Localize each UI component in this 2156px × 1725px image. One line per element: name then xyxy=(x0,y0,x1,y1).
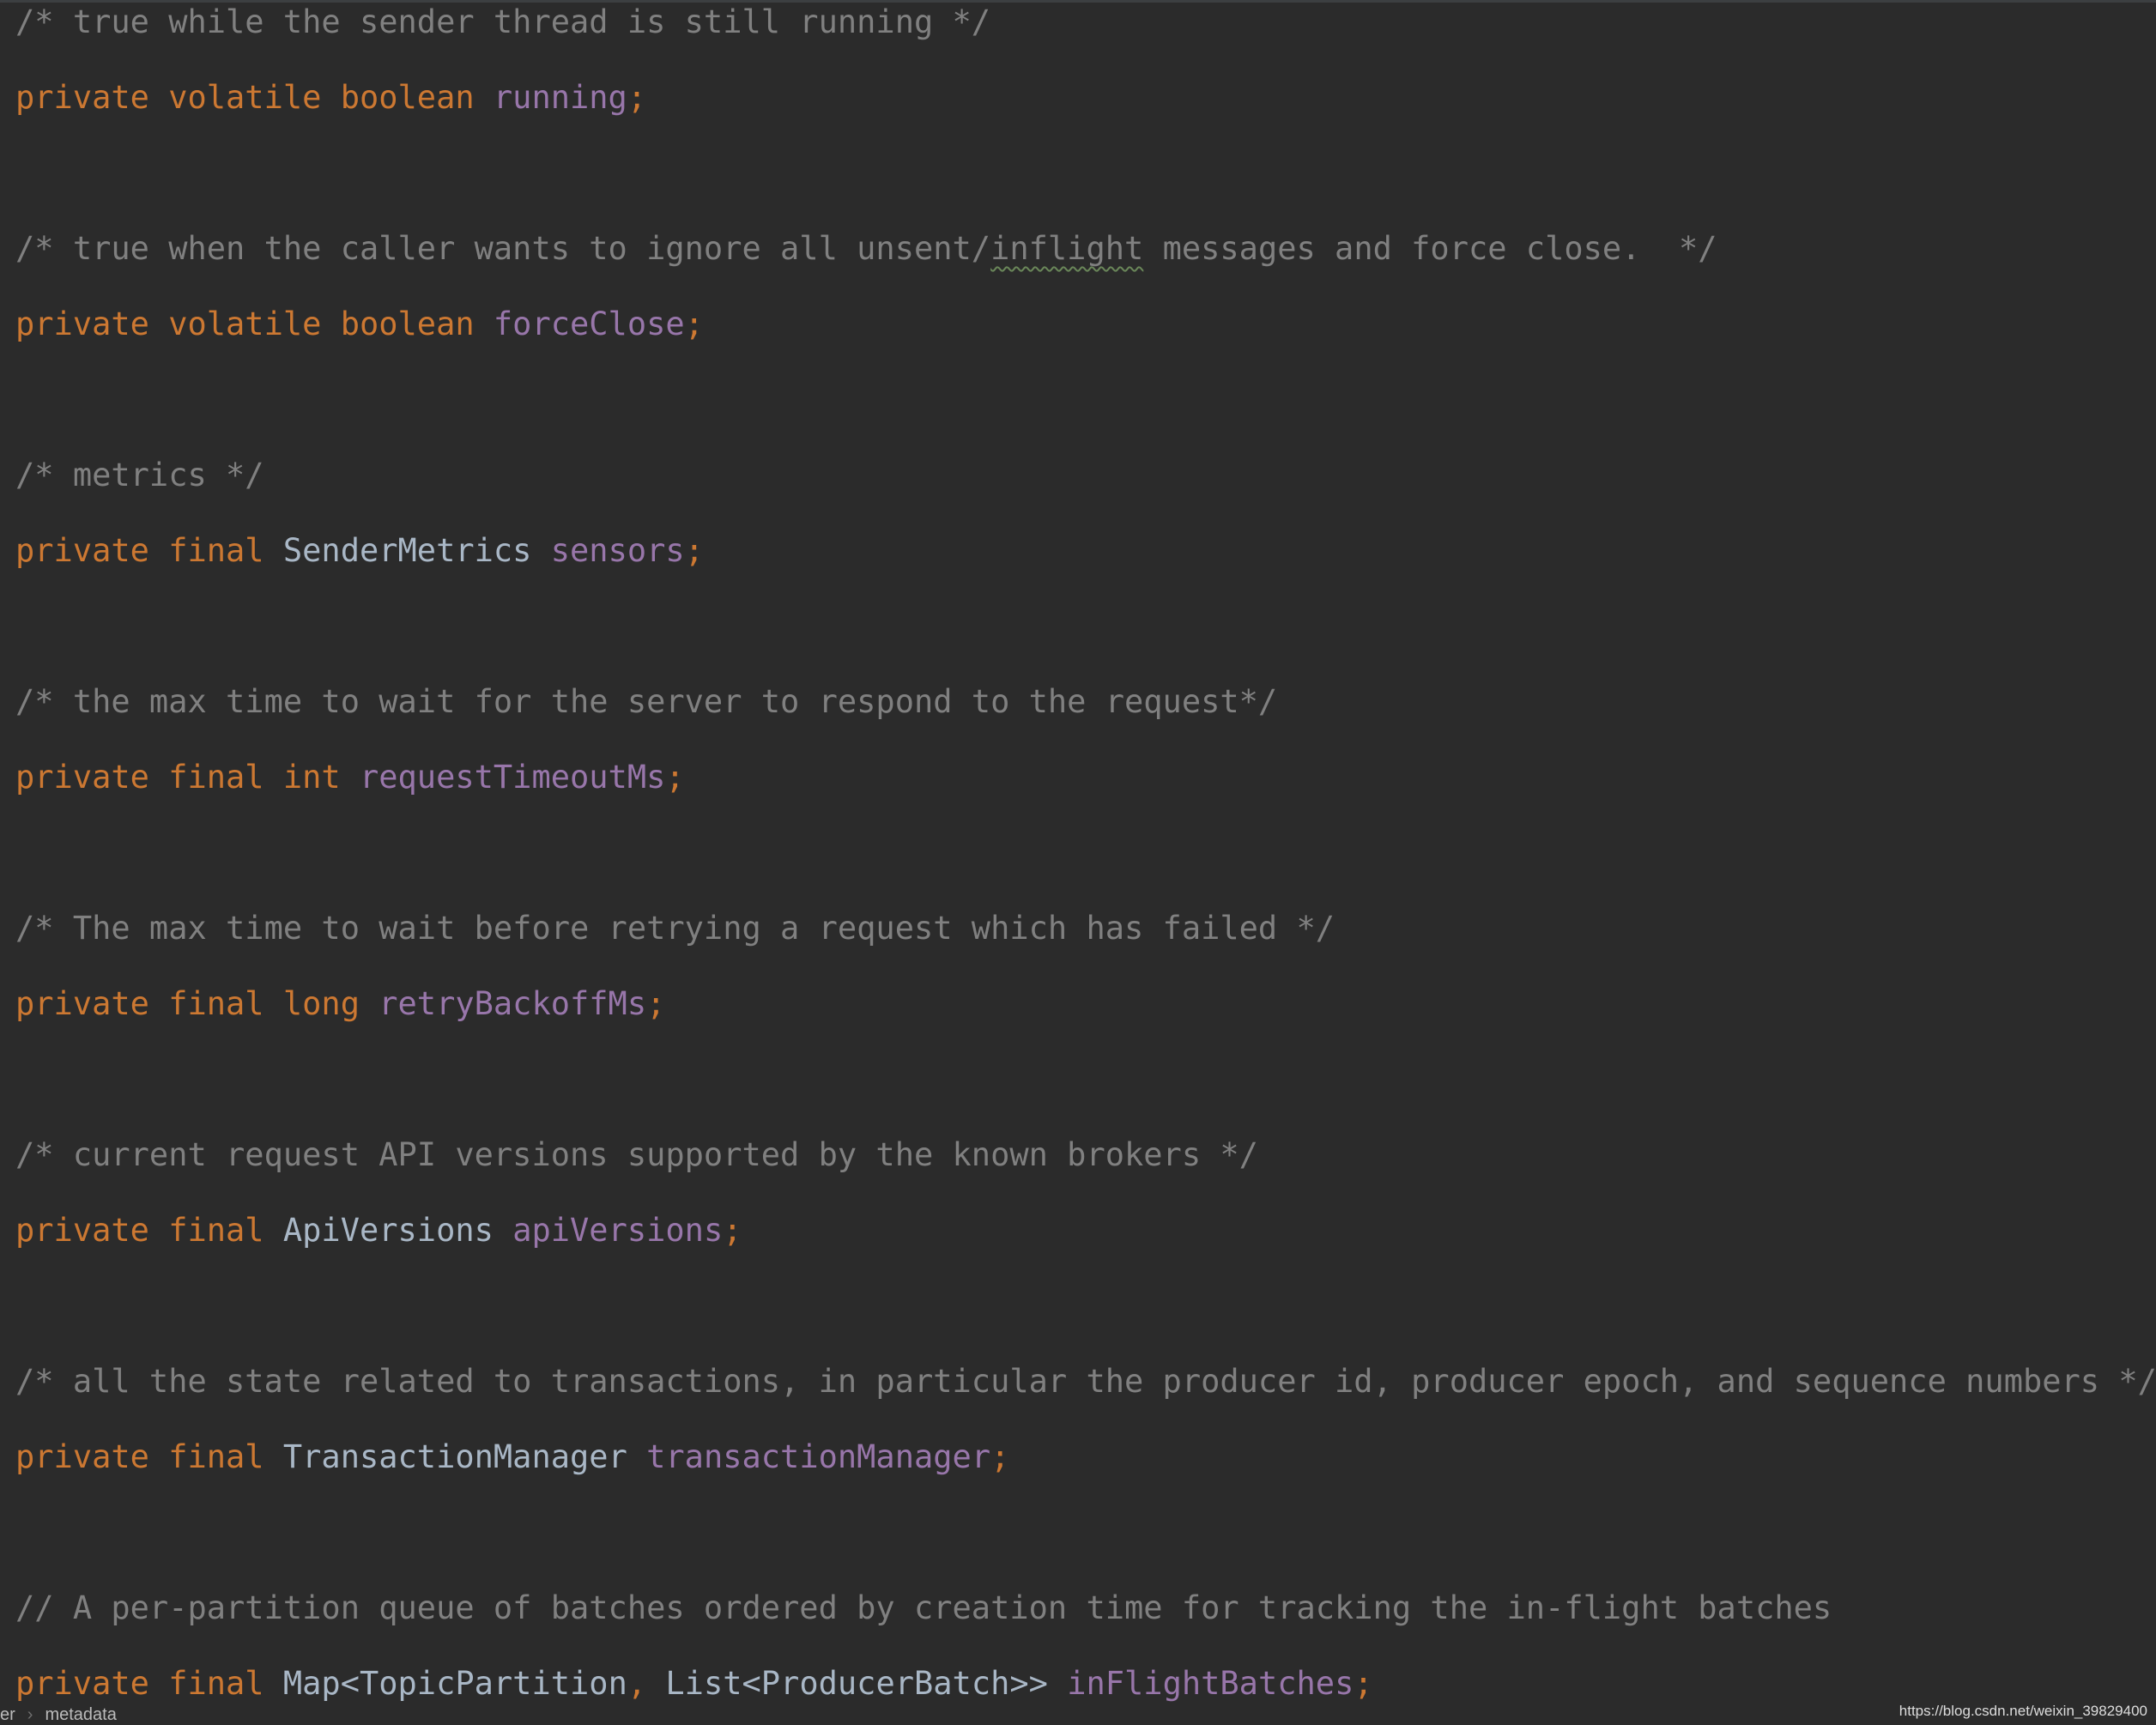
comment-text: /* true when the caller wants to ignore … xyxy=(15,230,991,267)
type-name: SenderMetrics xyxy=(282,532,551,569)
semicolon: ; xyxy=(627,79,647,116)
comment-line: /* current request API versions supporte… xyxy=(15,1136,1258,1173)
keyword-modifiers: private final long xyxy=(15,985,379,1022)
code-line-transactionmanager-field: private final TransactionManager transac… xyxy=(15,1431,1009,1483)
comment-text: messages and force close. */ xyxy=(1143,230,1717,267)
type-name: TransactionManager xyxy=(282,1438,647,1475)
semicolon: ; xyxy=(723,1212,742,1249)
code-line-running-field: private volatile boolean running; xyxy=(15,72,646,124)
semicolon: ; xyxy=(990,1438,1010,1475)
keyword-modifiers: private final int xyxy=(15,759,360,796)
comment-line: /* all the state related to transactions… xyxy=(15,1363,2156,1400)
keyword-modifiers: private volatile boolean xyxy=(15,306,494,342)
code-line-forceclose-field: private volatile boolean forceClose; xyxy=(15,299,704,350)
field-name: running xyxy=(493,79,627,116)
comment-line: /* The max time to wait before retrying … xyxy=(15,910,1335,947)
semicolon: ; xyxy=(1354,1665,1373,1702)
keyword-modifiers: private final xyxy=(15,1212,283,1249)
keyword-modifiers: private final xyxy=(15,1438,283,1475)
semicolon: ; xyxy=(646,985,666,1022)
type-name: ApiVersions xyxy=(282,1212,513,1249)
breadcrumb-item-partial[interactable]: er xyxy=(0,1705,15,1724)
code-line-requesttimeout-field: private final int requestTimeoutMs; xyxy=(15,752,685,803)
comma: , xyxy=(627,1665,666,1702)
type-name: Map<TopicPartition xyxy=(282,1665,627,1702)
code-line-sensors-field: private final SenderMetrics sensors; xyxy=(15,525,704,577)
keyword-modifiers: private volatile boolean xyxy=(15,79,494,116)
type-name: List<ProducerBatch>> xyxy=(665,1665,1068,1702)
comment-line: /* metrics */ xyxy=(15,457,264,493)
field-name: transactionManager xyxy=(646,1438,991,1475)
keyword-modifiers: private final xyxy=(15,1665,283,1702)
semicolon: ; xyxy=(665,759,685,796)
field-name: apiVersions xyxy=(512,1212,724,1249)
comment-line: // A per-partition queue of batches orde… xyxy=(15,1589,1832,1626)
field-name: forceClose xyxy=(493,306,685,342)
breadcrumb-separator: › xyxy=(27,1705,33,1724)
semicolon: ; xyxy=(684,532,704,569)
semicolon: ; xyxy=(684,306,704,342)
comment-line: /* true while the sender thread is still… xyxy=(15,3,991,40)
field-name: retryBackoffMs xyxy=(379,985,647,1022)
field-name: inFlightBatches xyxy=(1067,1665,1354,1702)
code-line-inflightbatches-field: private final Map<TopicPartition, List<P… xyxy=(15,1658,1373,1710)
comment-line: /* the max time to wait for the server t… xyxy=(15,683,1278,720)
code-line-retrybackoff-field: private final long retryBackoffMs; xyxy=(15,978,665,1030)
spelling-warning-word[interactable]: inflight xyxy=(990,230,1143,267)
code-line-apiversions-field: private final ApiVersions apiVersions; xyxy=(15,1205,742,1256)
keyword-modifiers: private final xyxy=(15,532,283,569)
field-name: sensors xyxy=(550,532,685,569)
breadcrumb: er › metadata xyxy=(0,1704,117,1725)
comment-line: /* true when the caller wants to ignore … xyxy=(15,223,1717,275)
watermark-url: https://blog.csdn.net/weixin_39829400 xyxy=(1899,1703,2147,1719)
field-name: requestTimeoutMs xyxy=(359,759,666,796)
breadcrumb-item-metadata[interactable]: metadata xyxy=(45,1705,116,1724)
